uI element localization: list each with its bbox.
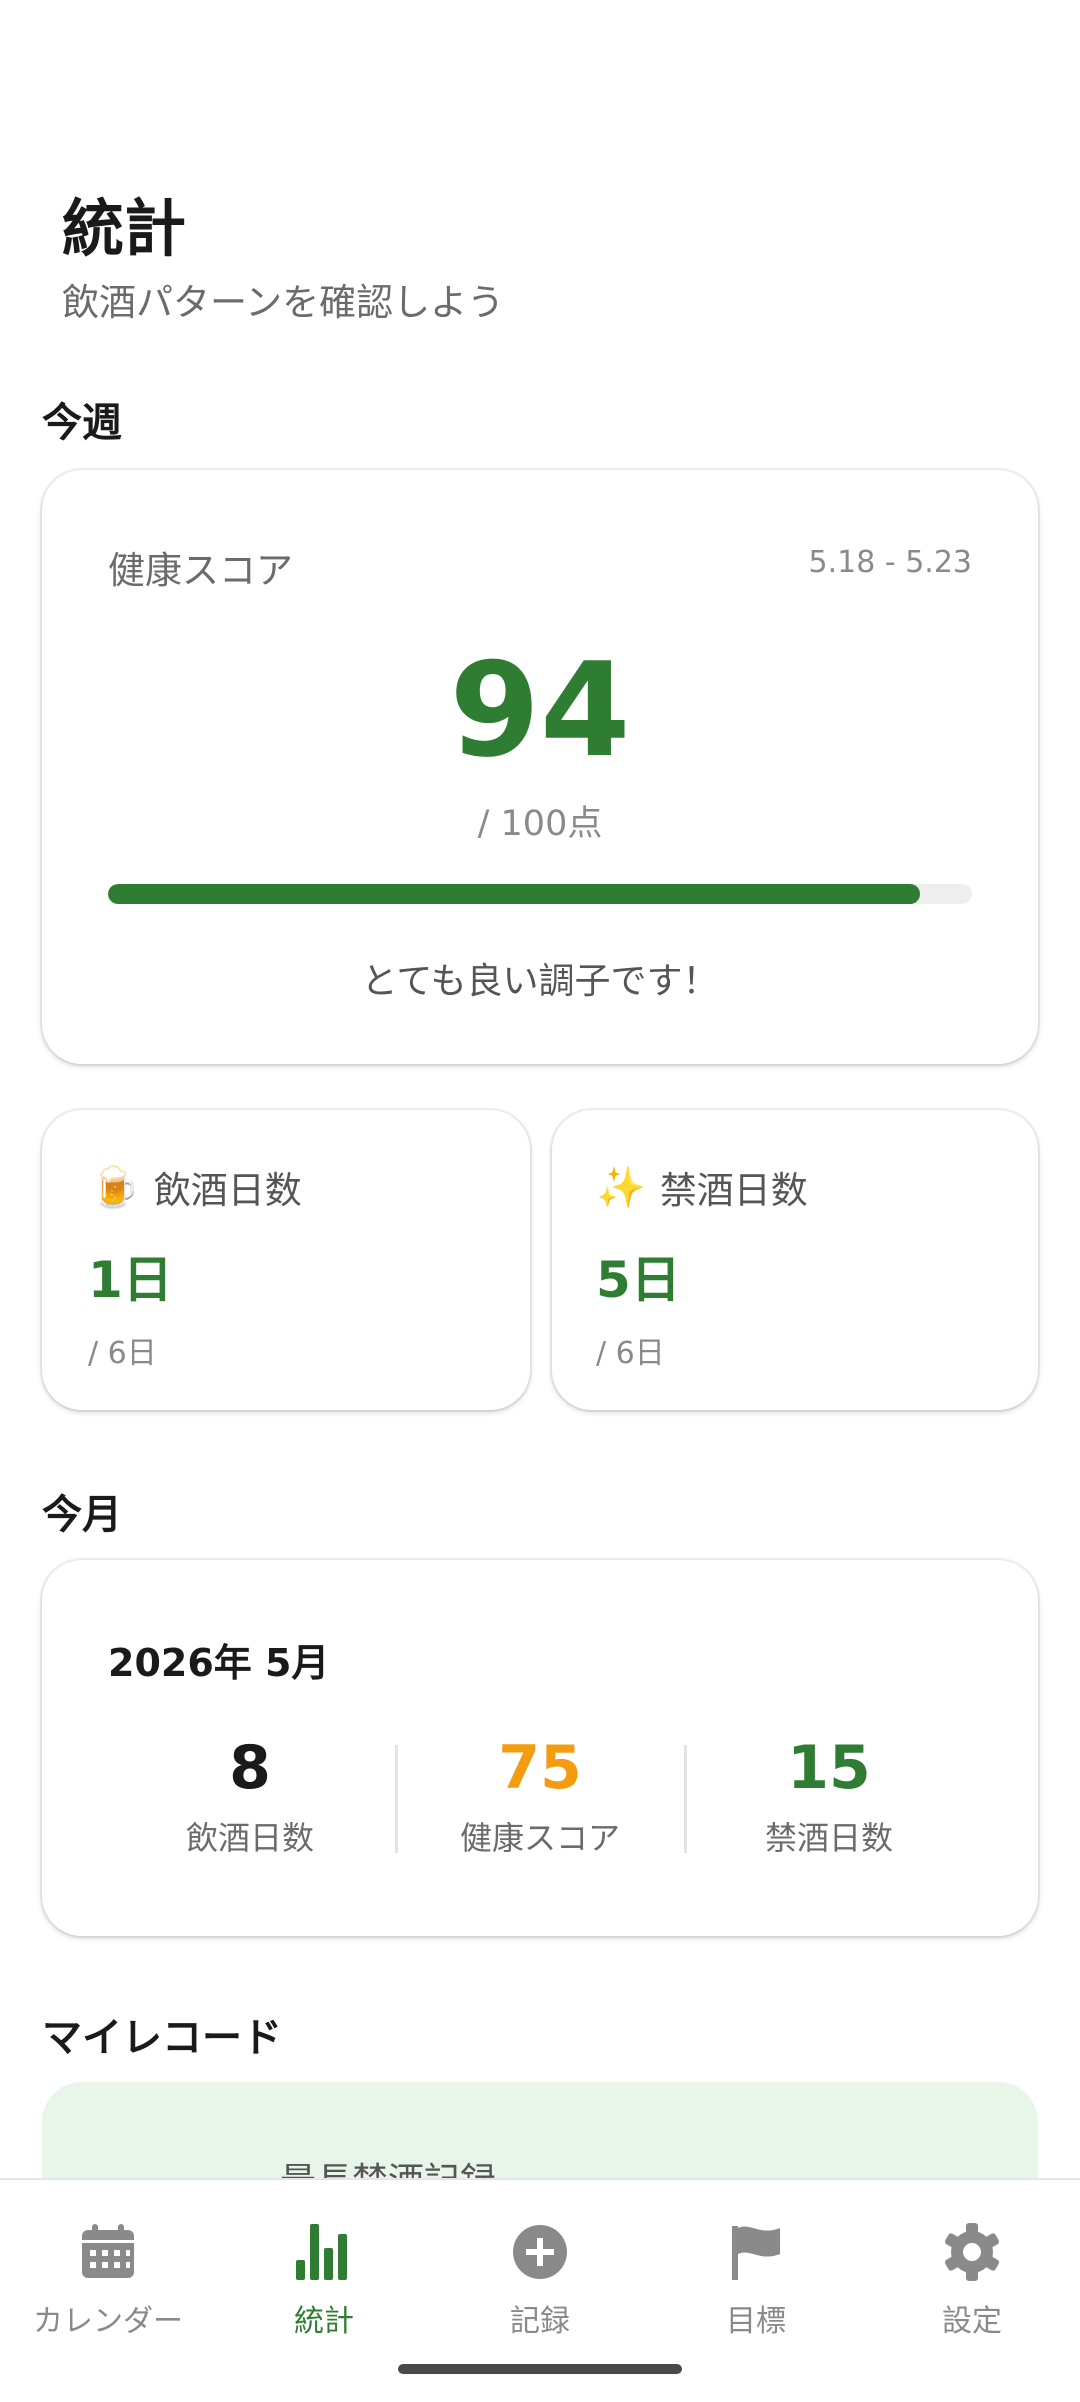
section-title-month: 今月 <box>42 1492 122 1538</box>
nav-item-goals[interactable]: 目標 <box>648 2180 864 2380</box>
month-health-score-value: 75 <box>498 1733 582 1803</box>
gear-icon <box>944 2223 1000 2281</box>
health-score-progress-bar <box>108 884 972 904</box>
health-score-message: とても良い調子です！ <box>361 961 719 1002</box>
add-circle-icon <box>513 2225 567 2279</box>
nav-label-stats: 統計 <box>294 2304 354 2339</box>
sober-days-value: 5日 <box>596 1251 681 1309</box>
sober-days-label: 禁酒日数 <box>659 1169 808 1212</box>
month-sober-days: 15 禁酒日数 <box>684 1735 974 1859</box>
nav-label-settings: 設定 <box>942 2304 1002 2339</box>
nav-item-settings[interactable]: 設定 <box>864 2180 1080 2380</box>
sober-days-total: / 6日 <box>596 1336 665 1371</box>
nav-label-calendar: カレンダー <box>33 2304 183 2339</box>
month-drinking-days-label: 飲酒日数 <box>185 1819 314 1857</box>
health-score-max: / 100点 <box>477 804 603 844</box>
month-drinking-days-value: 8 <box>229 1733 271 1803</box>
sparkles-icon: ✨ <box>596 1164 646 1211</box>
drinking-days-total: / 6日 <box>88 1336 157 1371</box>
date-range: 5.18 - 5.23 <box>808 545 973 580</box>
section-title-week: 今週 <box>42 400 122 446</box>
flag-icon <box>732 2226 780 2280</box>
sober-days-header: ✨ 禁酒日数 <box>596 1160 808 1214</box>
page-title: 統計 <box>62 192 187 265</box>
health-score-progress-fill <box>108 884 921 904</box>
nav-item-calendar[interactable]: カレンダー <box>0 2180 216 2380</box>
drinking-days-card: 🍺 飲酒日数 1日 / 6日 <box>42 1110 530 1410</box>
calendar-icon <box>82 2224 134 2278</box>
nav-item-stats[interactable]: 統計 <box>216 2180 432 2380</box>
drinking-days-label: 飲酒日数 <box>153 1169 302 1212</box>
month-sober-days-value: 15 <box>787 1733 871 1803</box>
month-health-score: 75 健康スコア <box>395 1735 685 1859</box>
month-health-score-label: 健康スコア <box>459 1819 620 1857</box>
beer-icon: 🍺 <box>90 1164 140 1211</box>
month-sober-days-label: 禁酒日数 <box>764 1819 893 1857</box>
nav-label-goals: 目標 <box>726 2304 786 2339</box>
home-indicator[interactable] <box>398 2364 682 2374</box>
drinking-days-value: 1日 <box>88 1251 173 1309</box>
drinking-days-header: 🍺 飲酒日数 <box>90 1160 302 1214</box>
nav-label-record: 記録 <box>510 2304 570 2339</box>
nav-item-record[interactable]: 記録 <box>432 2180 648 2380</box>
month-drinking-days: 8 飲酒日数 <box>105 1735 395 1859</box>
page-subtitle: 飲酒パターンを確認しよう <box>62 281 505 324</box>
section-title-records: マイレコード <box>42 2015 282 2061</box>
sober-days-card: ✨ 禁酒日数 5日 / 6日 <box>552 1110 1038 1410</box>
health-score-label: 健康スコア <box>108 549 293 592</box>
health-score-value: 94 <box>449 634 631 786</box>
bar-chart-icon <box>296 2224 347 2280</box>
month-period: 2026年 5月 <box>108 1641 330 1685</box>
